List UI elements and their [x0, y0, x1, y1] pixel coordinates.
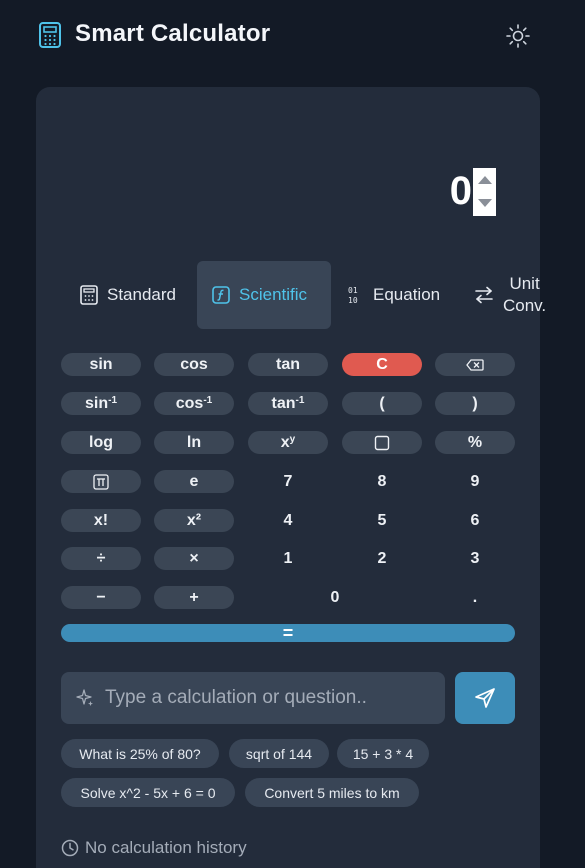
sparkles-icon [76, 689, 93, 706]
display-value: 0 [449, 169, 472, 213]
tab-unit-conversion[interactable]: Unit Conv. [464, 261, 564, 329]
key-arctan[interactable]: tan -1 [248, 392, 328, 415]
key-factorial[interactable]: x! [61, 509, 141, 532]
key-multiply[interactable]: × [154, 547, 234, 570]
key-label: x [280, 433, 290, 451]
key-clear[interactable]: C [342, 353, 422, 376]
key-4[interactable]: 4 [248, 509, 328, 532]
tab-label: Unit Conv. [503, 274, 547, 315]
app-title: Smart Calculator [75, 20, 271, 47]
svg-text:01: 01 [348, 286, 358, 295]
key-3[interactable]: 3 [435, 547, 515, 570]
key-superscript: -1 [295, 395, 305, 406]
function-icon [212, 286, 230, 304]
key-ln[interactable]: ln [154, 431, 234, 454]
key-plus[interactable]: + [154, 586, 234, 609]
ask-input[interactable] [105, 672, 435, 724]
tab-label: Equation [373, 285, 441, 304]
key-divide[interactable]: ÷ [61, 547, 141, 570]
key-superscript: y [289, 434, 296, 445]
key-cos[interactable]: cos [154, 353, 234, 376]
suggestion-chip[interactable]: What is 25% of 80? [61, 739, 219, 768]
pi-icon [93, 473, 109, 490]
key-pi[interactable] [61, 470, 141, 493]
key-label: sin [84, 394, 109, 412]
send-icon [475, 688, 495, 708]
tab-label: Scientific [239, 285, 308, 304]
key-close-paren[interactable]: ) [435, 392, 515, 415]
key-7[interactable]: 7 [248, 470, 328, 493]
key-square[interactable]: x² [154, 509, 234, 532]
tab-equation[interactable]: 01 10 Equation [338, 261, 458, 329]
history-empty-text: No calculation history [85, 838, 247, 857]
mode-tabs: Standard Scientific 01 10 Equation Unit … [36, 261, 585, 329]
key-5[interactable]: 5 [342, 509, 422, 532]
key-9[interactable]: 9 [435, 470, 515, 493]
display-panel: 0 [36, 87, 540, 247]
suggestion-chip[interactable]: Convert 5 miles to km [245, 778, 419, 807]
calculator-logo-icon [39, 22, 61, 48]
key-percent[interactable]: % [435, 431, 515, 454]
clock-icon [61, 839, 79, 857]
send-button[interactable] [455, 672, 515, 724]
tab-standard[interactable]: Standard [70, 261, 190, 329]
key-arccos[interactable]: cos -1 [154, 392, 234, 415]
key-0[interactable]: 0 [248, 586, 422, 609]
key-sin[interactable]: sin [61, 353, 141, 376]
suggestion-chip[interactable]: Solve x^2 - 5x + 6 = 0 [61, 778, 235, 807]
svg-text:10: 10 [348, 296, 358, 304]
calculator-icon [80, 285, 98, 305]
key-superscript: -1 [203, 395, 213, 406]
key-square-root[interactable] [342, 431, 422, 454]
key-backspace[interactable] [435, 353, 515, 376]
key-1[interactable]: 1 [248, 547, 328, 570]
app-header: Smart Calculator [0, 0, 585, 72]
key-2[interactable]: 2 [342, 547, 422, 570]
calculator-card: 0 Standard Scientific 01 10 Equation Uni… [36, 87, 546, 868]
ask-input-wrapper [61, 672, 445, 724]
key-e[interactable]: e [154, 470, 234, 493]
swap-arrows-icon [475, 286, 493, 304]
number-spinner[interactable] [473, 168, 496, 216]
key-8[interactable]: 8 [342, 470, 422, 493]
key-tan[interactable]: tan [248, 353, 328, 376]
key-6[interactable]: 6 [435, 509, 515, 532]
suggestion-chip[interactable]: sqrt of 144 [229, 739, 329, 768]
square-icon [374, 435, 390, 450]
sun-icon[interactable] [505, 23, 531, 49]
key-equals[interactable]: = [61, 623, 515, 643]
key-open-paren[interactable]: ( [342, 392, 422, 415]
history-status: No calculation history [61, 838, 247, 858]
key-log[interactable]: log [61, 431, 141, 454]
tab-scientific[interactable]: Scientific [197, 261, 331, 329]
binary-icon: 01 10 [348, 286, 358, 304]
key-label: tan [271, 394, 296, 412]
backspace-icon [466, 358, 484, 371]
key-power[interactable]: xy [248, 431, 328, 454]
spinner-up-icon[interactable] [478, 176, 492, 184]
tab-label: Standard [107, 285, 176, 304]
key-arcsin[interactable]: sin -1 [61, 392, 141, 415]
key-decimal[interactable]: . [435, 586, 515, 609]
key-label: cos [175, 394, 204, 412]
key-superscript: -1 [108, 395, 118, 406]
key-minus[interactable]: − [61, 586, 141, 609]
spinner-down-icon[interactable] [478, 199, 492, 207]
suggestion-chip[interactable]: 15 + 3 * 4 [337, 739, 429, 768]
